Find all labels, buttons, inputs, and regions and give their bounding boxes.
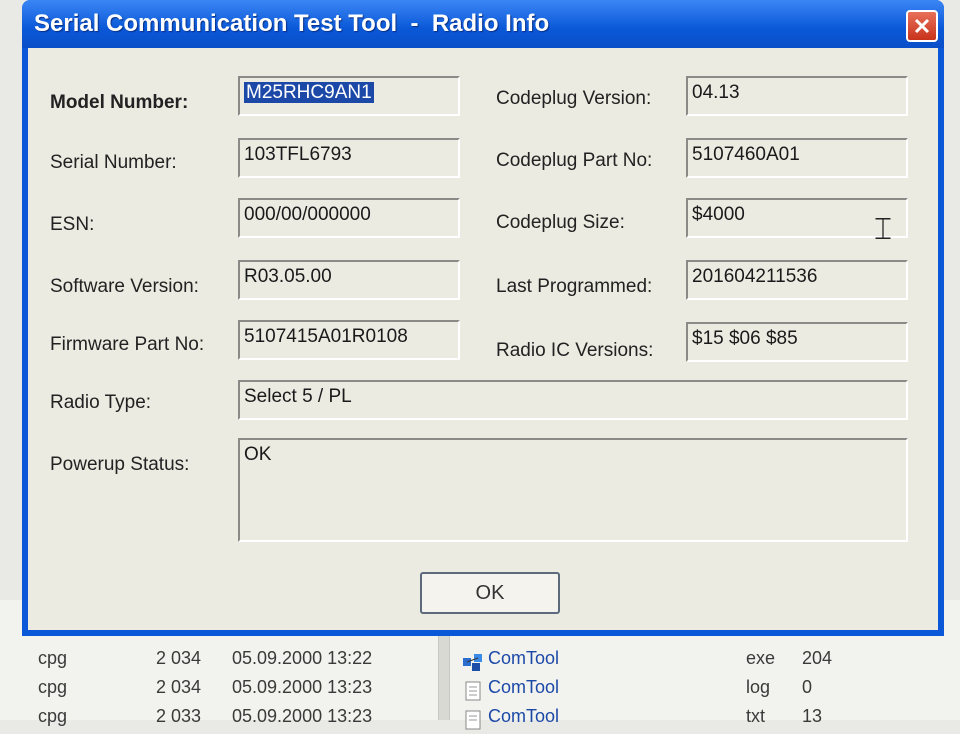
codeplug-version-label: Codeplug Version: xyxy=(496,88,652,109)
close-button[interactable] xyxy=(906,10,938,42)
codeplug-part-no-label: Codeplug Part No: xyxy=(496,150,653,171)
file-size: 13 xyxy=(802,706,823,726)
firmware-part-no-field[interactable]: 5107415A01R0108 xyxy=(238,320,460,360)
app-icon xyxy=(463,654,482,671)
file-size: 204 xyxy=(802,648,833,668)
codeplug-part-no-field[interactable]: 5107460A01 xyxy=(686,138,908,178)
last-programmed-field[interactable]: 201604211536 xyxy=(686,260,908,300)
radio-info-dialog: Serial Communication Test Tool - Radio I… xyxy=(22,0,944,636)
file-row[interactable]: ComTool exe 204 xyxy=(0,648,960,676)
file-row[interactable]: ComTool txt 13 xyxy=(0,706,960,734)
file-ext: exe xyxy=(746,648,776,668)
esn-field[interactable]: 000/00/000000 xyxy=(238,198,460,238)
codeplug-size-label: Codeplug Size: xyxy=(496,212,625,233)
file-row[interactable]: ComTool log 0 xyxy=(0,677,960,705)
ok-button[interactable]: OK xyxy=(420,572,560,614)
esn-label: ESN: xyxy=(50,214,95,235)
serial-number-field[interactable]: 103TFL6793 xyxy=(238,138,460,178)
powerup-status-field[interactable]: OK xyxy=(238,438,908,542)
radio-type-label: Radio Type: xyxy=(50,392,152,413)
codeplug-version-field[interactable]: 04.13 xyxy=(686,76,908,116)
file-size: 0 xyxy=(802,677,813,697)
title-bar[interactable]: Serial Communication Test Tool - Radio I… xyxy=(22,0,944,48)
model-number-field[interactable]: M25RHC9AN1 xyxy=(238,76,460,116)
document-icon xyxy=(465,681,481,701)
radio-ic-versions-label: Radio IC Versions: xyxy=(496,340,654,361)
radio-type-field[interactable]: Select 5 / PL xyxy=(238,380,908,420)
software-version-label: Software Version: xyxy=(50,276,199,297)
window-title: Serial Communication Test Tool - Radio I… xyxy=(34,10,550,37)
model-number-value: M25RHC9AN1 xyxy=(244,82,374,103)
file-ext: log xyxy=(746,677,771,697)
radio-ic-versions-field[interactable]: $15 $06 $85 xyxy=(686,322,908,362)
last-programmed-label: Last Programmed: xyxy=(496,276,653,297)
file-name: ComTool xyxy=(488,648,560,668)
document-icon xyxy=(465,710,481,730)
firmware-part-no-label: Firmware Part No: xyxy=(50,334,205,355)
dialog-client-area: Model Number: M25RHC9AN1 Serial Number: … xyxy=(28,48,938,630)
software-version-field[interactable]: R03.05.00 xyxy=(238,260,460,300)
file-ext: txt xyxy=(746,706,766,726)
text-cursor-icon: ⌶ xyxy=(874,212,892,247)
model-number-label: Model Number: xyxy=(50,92,189,113)
file-name: ComTool xyxy=(488,677,560,697)
file-name: ComTool xyxy=(488,706,560,726)
serial-number-label: Serial Number: xyxy=(50,152,177,173)
powerup-status-label: Powerup Status: xyxy=(50,454,190,475)
close-icon xyxy=(914,18,930,34)
